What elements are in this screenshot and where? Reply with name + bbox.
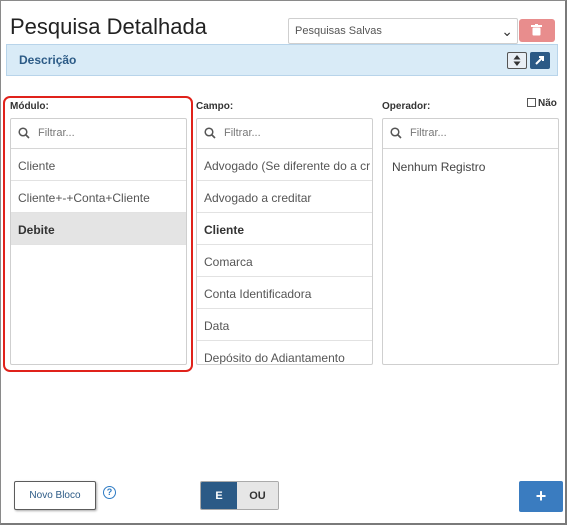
campo-item[interactable]: Cliente [197, 213, 372, 245]
or-button[interactable]: OU [237, 482, 278, 509]
saved-searches-select[interactable]: Pesquisas Salvas ⌄ [288, 18, 518, 44]
trash-icon [531, 24, 542, 36]
saved-searches-label: Pesquisas Salvas [295, 25, 382, 37]
page-title: Pesquisa Detalhada [10, 14, 207, 39]
and-button[interactable]: E [201, 482, 237, 509]
campo-item[interactable]: Depósito do Adiantamento [197, 341, 372, 364]
search-icon [204, 127, 216, 139]
highlight-box [3, 96, 193, 372]
campo-item[interactable]: Conta Identificadora [197, 277, 372, 309]
chevron-down-icon: ⌄ [501, 23, 513, 39]
campo-item[interactable]: Comarca [197, 245, 372, 277]
not-checkbox[interactable]: Não [527, 98, 557, 109]
add-button[interactable]: + [519, 481, 563, 512]
expand-button[interactable] [530, 52, 550, 69]
campo-label: Campo: [196, 101, 234, 112]
operador-filter-placeholder: Filtrar... [410, 127, 447, 139]
help-icon[interactable]: ? [103, 486, 116, 499]
campo-filter-placeholder: Filtrar... [224, 127, 261, 139]
description-label: Descrição [19, 53, 77, 67]
campo-item[interactable]: Advogado a creditar [197, 181, 372, 213]
description-bar[interactable]: Descrição [6, 44, 558, 76]
campo-item[interactable]: Advogado (Se diferente do a cr [197, 149, 372, 181]
expand-icon [535, 56, 544, 65]
and-or-toggle: E OU [200, 481, 279, 510]
checkbox-box[interactable] [527, 98, 536, 107]
search-icon [390, 127, 402, 139]
operador-filter-input[interactable]: Filtrar... [383, 119, 558, 149]
campo-panel: Filtrar... Advogado (Se diferente do a c… [196, 118, 373, 365]
operador-label: Operador: [382, 101, 431, 112]
operador-panel: Filtrar... Nenhum Registro [382, 118, 559, 365]
sort-icon [513, 55, 521, 66]
new-block-button[interactable]: Novo Bloco [14, 481, 96, 510]
campo-filter-input[interactable]: Filtrar... [197, 119, 372, 149]
campo-item[interactable]: Data [197, 309, 372, 341]
empty-message: Nenhum Registro [392, 160, 486, 174]
not-label: Não [538, 98, 557, 109]
sort-toggle-button[interactable] [507, 52, 527, 69]
delete-button[interactable] [519, 19, 555, 42]
